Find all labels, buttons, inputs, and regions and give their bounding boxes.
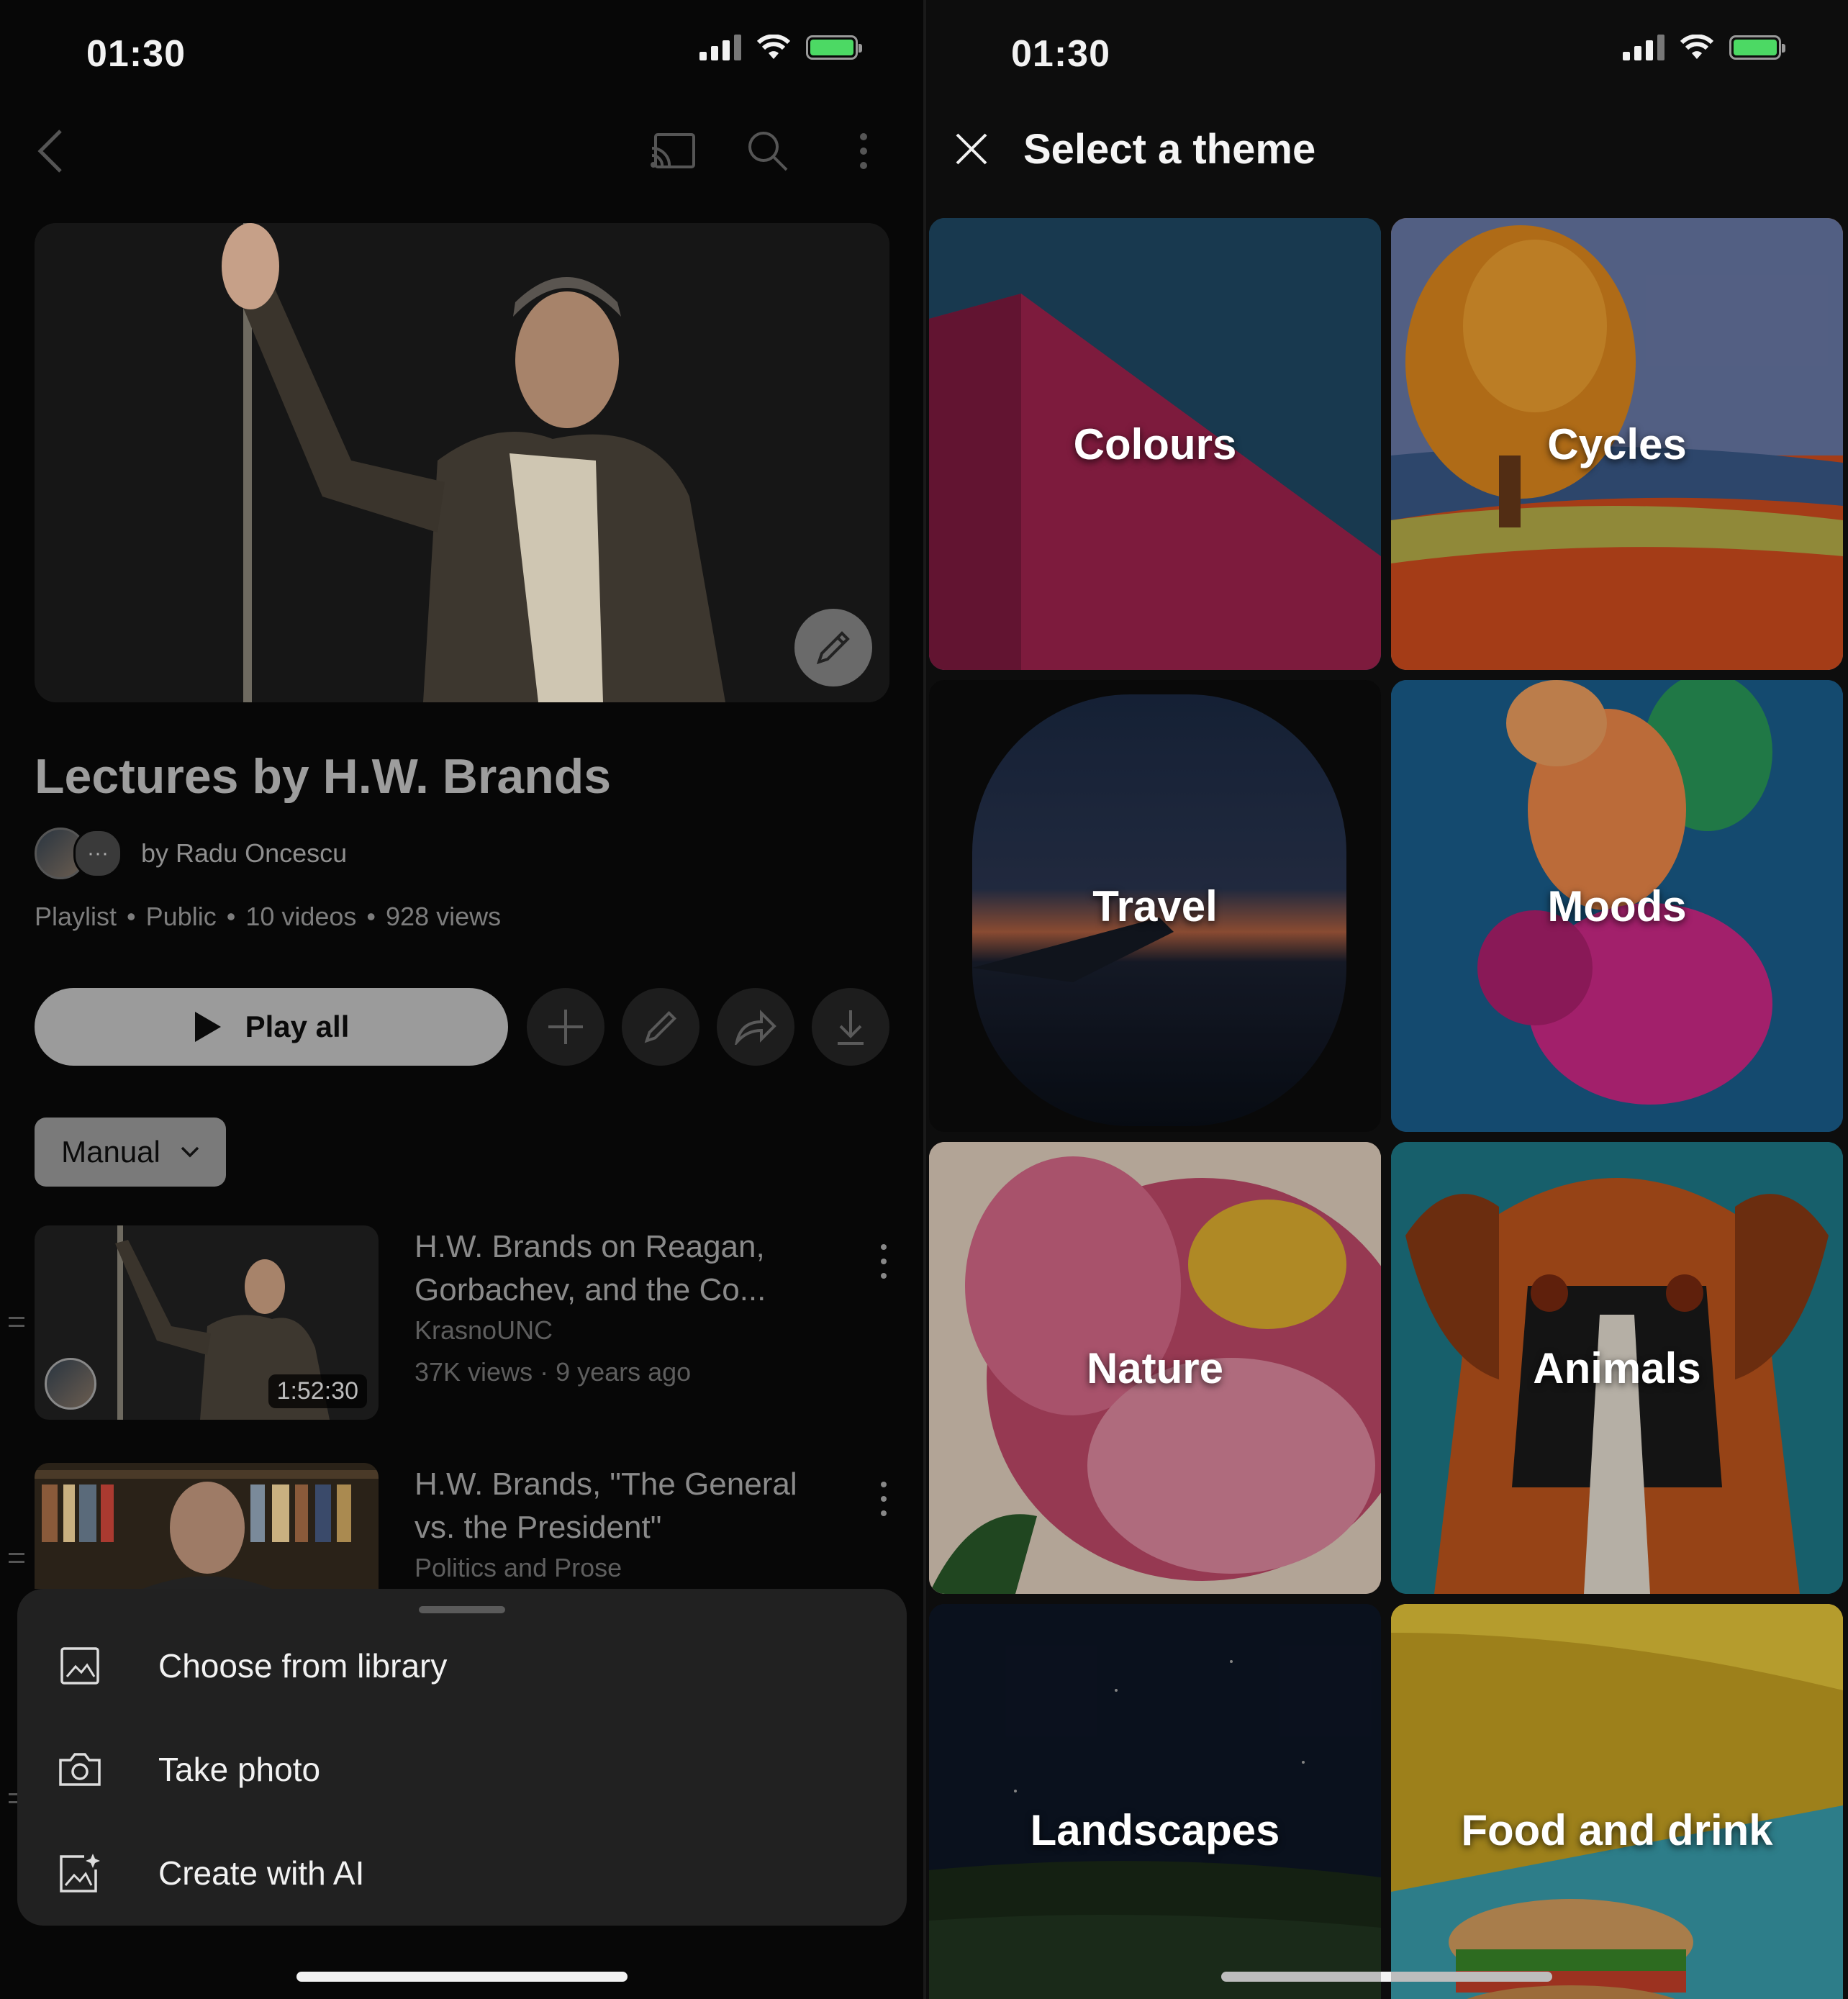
playlist-screen: 01:30 Lectures by H.W. Brands ··· by Rad…: [0, 0, 923, 1999]
video-more-button[interactable]: [869, 1240, 898, 1283]
plus-icon: [548, 1010, 583, 1044]
more-vert-icon: [860, 133, 867, 169]
signal-icon: [1623, 35, 1664, 60]
chevron-down-icon: [181, 1146, 199, 1158]
download-button[interactable]: [812, 988, 889, 1066]
playlist-thumbnail: [35, 223, 889, 702]
meta-views: 928 views: [386, 902, 502, 931]
take-photo-option[interactable]: Take photo: [17, 1730, 907, 1809]
theme-tile-cycles[interactable]: Cycles: [1391, 218, 1843, 670]
theme-label: Moods: [1547, 881, 1687, 930]
sort-dropdown[interactable]: Manual: [35, 1118, 226, 1187]
video-thumbnail-image: [35, 1463, 379, 1589]
theme-tile-food-and-drink[interactable]: Food and drink: [1391, 1604, 1843, 1999]
option-label: Choose from library: [158, 1647, 448, 1685]
search-icon: [748, 132, 788, 171]
channel-avatar: [45, 1358, 96, 1410]
close-button[interactable]: [946, 124, 997, 174]
pencil-icon: [644, 1010, 677, 1043]
more-owners-icon: ···: [73, 829, 122, 878]
theme-label: Cycles: [1547, 420, 1687, 468]
playlist-meta: Playlist • Public • 10 videos • 928 views: [35, 902, 502, 931]
play-all-button[interactable]: Play all: [35, 988, 508, 1066]
status-time: 01:30: [1011, 33, 1110, 75]
video-thumbnail[interactable]: [35, 1463, 379, 1589]
lecturer-image: [35, 223, 889, 702]
battery-icon: [806, 35, 862, 60]
theme-label: Nature: [1086, 1343, 1224, 1392]
search-button[interactable]: [739, 122, 797, 180]
status-time: 01:30: [86, 33, 186, 75]
image-icon: [55, 1646, 105, 1685]
option-label: Take photo: [158, 1751, 321, 1788]
list-item[interactable]: 1:52:30 H.W. Brands on Reagan, Gorbachev…: [35, 1225, 898, 1420]
theme-tile-landscapes[interactable]: Landscapes: [929, 1604, 1381, 1999]
signal-icon: [699, 35, 741, 60]
sheet-handle[interactable]: [419, 1606, 505, 1613]
option-label: Create with AI: [158, 1854, 365, 1892]
share-button[interactable]: [717, 988, 794, 1066]
edit-playlist-button[interactable]: [622, 988, 699, 1066]
theme-label: Colours: [1073, 420, 1237, 468]
status-icons: [1623, 35, 1785, 60]
chevron-left-icon: [37, 130, 62, 173]
back-button[interactable]: [22, 122, 79, 180]
status-bar: 01:30: [1011, 29, 1110, 79]
add-button[interactable]: [527, 988, 604, 1066]
more-button[interactable]: [835, 122, 892, 180]
theme-tile-travel[interactable]: Travel: [929, 680, 1381, 1132]
share-icon: [735, 1010, 776, 1045]
meta-video-count: 10 videos: [245, 902, 357, 931]
ai-image-icon: [55, 1852, 105, 1894]
owner-name: by Radu Oncescu: [141, 838, 348, 868]
pencil-icon: [816, 631, 850, 665]
wifi-icon: [1680, 35, 1713, 59]
theme-label: Animals: [1533, 1343, 1701, 1392]
meta-visibility: Public: [145, 902, 217, 931]
wifi-icon: [757, 35, 790, 59]
close-icon: [956, 133, 987, 165]
download-icon: [838, 1010, 864, 1045]
playlist-title: Lectures by H.W. Brands: [35, 749, 612, 804]
create-with-ai-option[interactable]: Create with AI: [17, 1833, 907, 1913]
sort-label: Manual: [61, 1135, 160, 1169]
battery-icon: [1729, 35, 1785, 60]
video-channel: KrasnoUNC: [415, 1315, 553, 1345]
theme-tile-colours[interactable]: Colours: [929, 218, 1381, 670]
theme-tile-animals[interactable]: Animals: [1391, 1142, 1843, 1594]
list-item[interactable]: H.W. Brands, "The General vs. the Presid…: [35, 1463, 898, 1589]
theme-tile-nature[interactable]: Nature: [929, 1142, 1381, 1594]
edit-thumbnail-button[interactable]: [794, 609, 872, 686]
drag-handle[interactable]: [9, 1553, 24, 1563]
video-thumbnail[interactable]: 1:52:30: [35, 1225, 379, 1420]
choose-from-library-option[interactable]: Choose from library: [17, 1626, 907, 1705]
play-all-label: Play all: [245, 1010, 350, 1043]
theme-tile-moods[interactable]: Moods: [1391, 680, 1843, 1132]
video-duration: 1:52:30: [268, 1374, 367, 1408]
playlist-owner[interactable]: ··· by Radu Oncescu: [35, 828, 347, 879]
video-more-button[interactable]: [869, 1477, 898, 1520]
meta-type: Playlist: [35, 902, 117, 931]
status-bar: 01:30: [86, 29, 186, 79]
cast-icon: [651, 133, 695, 168]
home-indicator[interactable]: [296, 1972, 628, 1982]
drag-handle[interactable]: [9, 1317, 24, 1327]
theme-label: Food and drink: [1461, 1805, 1773, 1854]
theme-picker-screen: 01:30 Select a theme Colours Cycles Trav…: [926, 0, 1848, 1999]
cast-button[interactable]: [644, 122, 702, 180]
video-stats: 37K views · 9 years ago: [415, 1357, 692, 1387]
thumbnail-options-sheet: Choose from library Take photo Create wi…: [17, 1589, 907, 1926]
page-title: Select a theme: [1023, 126, 1316, 173]
video-channel: Politics and Prose: [415, 1553, 622, 1582]
video-title: H.W. Brands, "The General vs. the Presid…: [415, 1467, 797, 1545]
theme-label: Travel: [1092, 881, 1218, 930]
status-icons: [699, 35, 862, 60]
theme-label: Landscapes: [1030, 1805, 1280, 1854]
video-title: H.W. Brands on Reagan, Gorbachev, and th…: [415, 1229, 766, 1307]
camera-icon: [55, 1751, 105, 1787]
play-icon: [194, 1012, 221, 1042]
